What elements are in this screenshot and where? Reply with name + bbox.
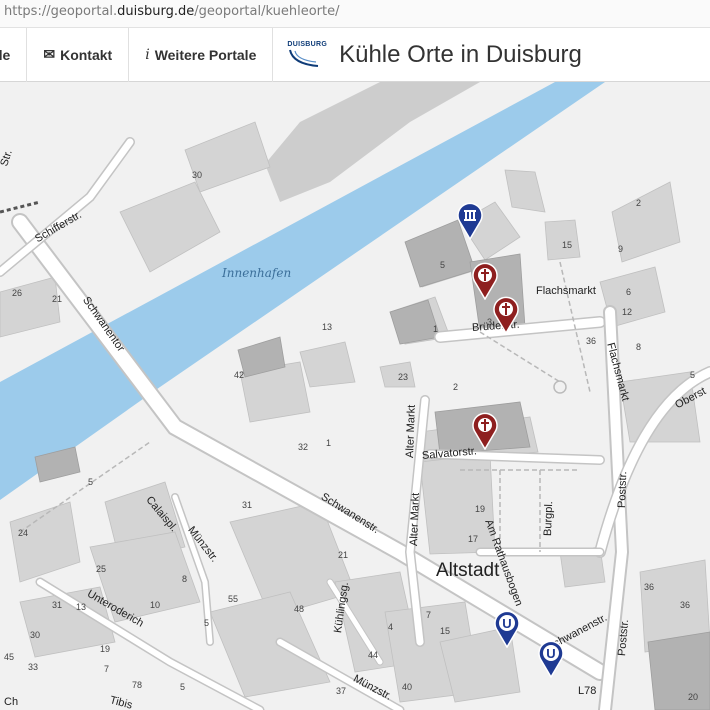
house-number: 24 <box>18 528 29 538</box>
house-number: 31 <box>52 600 63 610</box>
house-number: 9 <box>618 244 624 254</box>
street-label-alter-markt-2: Alter Markt <box>408 492 422 547</box>
house-number: 8 <box>182 574 188 584</box>
house-number: 36 <box>586 336 597 346</box>
street-label-flachsmarkt: Flachsmarkt <box>536 285 596 297</box>
nav-item-contact[interactable]: ✉ Kontakt <box>27 27 130 82</box>
house-number: 45 <box>4 652 15 662</box>
house-number: 7 <box>426 610 432 620</box>
house-number: 31 <box>242 500 253 510</box>
house-number: 30 <box>30 630 41 640</box>
house-number: 25 <box>96 564 107 574</box>
logo-text: DUISBURG <box>287 41 328 48</box>
nav-item-partial[interactable]: de <box>0 27 28 82</box>
browser-url-bar[interactable]: https://geoportal.duisburg.de/geoportal/… <box>0 0 710 28</box>
info-icon: i <box>145 46 150 63</box>
house-number: 20 <box>688 692 699 702</box>
house-number: 48 <box>294 604 305 614</box>
house-number: 15 <box>440 626 451 636</box>
url-path: /geoportal/kuehleorte/ <box>194 4 340 19</box>
house-number: 32 <box>298 442 309 452</box>
house-number: 40 <box>402 682 413 692</box>
house-number: 5 <box>690 370 696 380</box>
house-number: 2 <box>636 198 642 208</box>
svg-text:U: U <box>502 616 511 631</box>
nav-item-more-portals[interactable]: i Weitere Portale <box>129 27 274 82</box>
poi-marker-church-3[interactable] <box>470 410 500 450</box>
house-number: 44 <box>368 650 379 660</box>
poi-marker-church-2[interactable] <box>491 294 521 334</box>
url-prefix: https://geoportal. <box>4 4 118 19</box>
u-bahn-icon: U <box>538 640 564 678</box>
top-navbar: de ✉ Kontakt i Weitere Portale DUISBURG … <box>0 27 710 82</box>
district-label-altstadt: Altstadt <box>436 560 500 581</box>
church-icon <box>472 412 498 450</box>
house-number: 15 <box>562 240 573 250</box>
house-number: 1 <box>326 438 332 448</box>
road-label-l78: L78 <box>578 685 597 697</box>
house-number: 5 <box>440 260 446 270</box>
house-number: 5 <box>88 477 94 487</box>
church-icon <box>493 296 519 334</box>
museum-icon <box>457 202 483 240</box>
house-number: 78 <box>132 680 143 690</box>
house-number: 23 <box>398 372 409 382</box>
house-number: 12 <box>622 307 633 317</box>
house-number: 4 <box>388 622 394 632</box>
street-label-burgpl: Burgpl. <box>542 500 556 537</box>
house-number: 30 <box>192 170 203 180</box>
app-title: Kühle Orte in Duisburg <box>339 40 582 68</box>
house-number: 21 <box>338 550 349 560</box>
house-number: 1 <box>433 324 439 334</box>
poi-marker-u-bahn-1[interactable]: U <box>492 608 522 648</box>
house-number: 19 <box>100 644 111 654</box>
house-number: 2 <box>453 382 459 392</box>
map-canvas[interactable]: Innenhafen Altstadt Schifferstr. Str. Sc… <box>0 82 710 710</box>
envelope-icon: ✉ <box>43 46 56 62</box>
house-number: 19 <box>475 504 486 514</box>
poi-marker-u-bahn-2[interactable]: U <box>536 638 566 678</box>
u-bahn-icon: U <box>494 610 520 648</box>
house-number: 6 <box>626 287 632 297</box>
house-number: 37 <box>336 686 347 696</box>
logo-arc-icon <box>289 49 319 67</box>
poi-marker-museum[interactable] <box>455 200 485 240</box>
water-label-innenhafen: Innenhafen <box>222 266 292 280</box>
house-number: 8 <box>636 342 642 352</box>
brand: DUISBURG Kühle Orte in Duisburg <box>273 41 582 69</box>
house-number: 21 <box>52 294 63 304</box>
house-number: 10 <box>150 600 161 610</box>
house-number: 5 <box>204 618 210 628</box>
house-number: 55 <box>228 594 239 604</box>
url-host: duisburg.de <box>117 4 195 19</box>
nav-partial-label: de <box>0 46 11 63</box>
svg-text:U: U <box>546 646 555 661</box>
nav-contact-label: Kontakt <box>60 46 113 63</box>
house-number: 5 <box>180 682 186 692</box>
street-label-ch: Ch <box>4 696 19 708</box>
house-number: 13 <box>76 602 87 612</box>
street-label-poststr-1: Poststr. <box>616 471 630 509</box>
house-number: 17 <box>468 534 479 544</box>
house-number: 36 <box>680 600 691 610</box>
nav-more-portals-label: Weitere Portale <box>154 46 257 63</box>
house-number: 33 <box>28 662 39 672</box>
street-label-alter-markt-1: Alter Markt <box>404 404 418 459</box>
house-number: 42 <box>234 370 245 380</box>
duisburg-logo[interactable]: DUISBURG <box>287 41 327 68</box>
house-number: 7 <box>104 664 110 674</box>
house-number: 26 <box>12 288 23 298</box>
house-number: 13 <box>322 322 333 332</box>
house-number: 36 <box>644 582 655 592</box>
